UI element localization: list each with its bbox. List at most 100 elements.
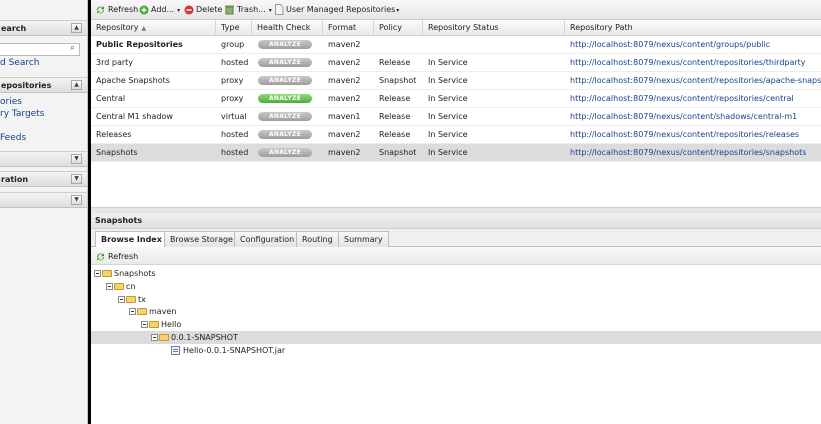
expand-down-icon[interactable]: ▼ xyxy=(71,195,82,205)
collapse-up-icon[interactable]: ▲ xyxy=(71,80,82,90)
cell-path[interactable]: http://localhost:8079/nexus/content/shad… xyxy=(565,108,821,126)
cell-path[interactable]: http://localhost:8079/nexus/content/repo… xyxy=(565,90,821,108)
column-header-policy[interactable]: Policy xyxy=(374,20,423,36)
sidebar-item-repositories[interactable]: ories xyxy=(0,97,22,107)
column-label: Format xyxy=(328,23,357,32)
analyze-button[interactable]: ANALYZE xyxy=(258,94,312,103)
collapse-toggle-icon[interactable] xyxy=(151,334,158,341)
user-managed-repositories-button[interactable]: User Managed Repositories▾ xyxy=(274,3,399,16)
table-row[interactable]: Public Repositories group maven2 http://loc… xyxy=(91,36,821,54)
column-header-repository[interactable]: Repository ▲ xyxy=(91,20,216,36)
column-header-type[interactable]: Type xyxy=(216,20,252,36)
trash-icon xyxy=(225,5,234,15)
trash-label: Trash... xyxy=(237,5,266,14)
tab-summary[interactable]: Summary xyxy=(338,231,389,247)
table-row[interactable]: 3rd party hosted maven2 Release In Service ht… xyxy=(91,54,821,72)
advanced-search-link[interactable]: d Search xyxy=(0,58,40,68)
table-row[interactable]: Apache Snapshots proxy maven2 Snapshot In Se… xyxy=(91,72,821,90)
cell-format: maven2 xyxy=(328,58,361,67)
tab-routing[interactable]: Routing xyxy=(296,231,339,247)
column-label: Policy xyxy=(379,23,403,32)
column-header-format[interactable]: Format xyxy=(323,20,374,36)
tree-folder-node[interactable]: 0.0.1-SNAPSHOT xyxy=(151,332,238,344)
tree-node-label: maven xyxy=(149,307,177,316)
sidebar-item-feeds[interactable]: Feeds xyxy=(0,133,26,143)
trash-button[interactable]: Trash... ▾ xyxy=(224,3,272,16)
cell-name: Central xyxy=(96,94,126,103)
table-row[interactable]: Central M1 shadow virtual maven1 Release In … xyxy=(91,108,821,126)
cell-type: hosted xyxy=(221,148,249,157)
table-row[interactable]: Releases hosted maven2 Release In Service htt… xyxy=(91,126,821,144)
column-label: Repository xyxy=(96,23,139,32)
cell-status xyxy=(423,36,565,54)
collapse-toggle-icon[interactable] xyxy=(94,270,101,277)
administration-header-label: ration xyxy=(1,175,29,184)
tree-folder-node[interactable]: maven xyxy=(129,306,176,318)
search-panel-header[interactable]: earch ▲ xyxy=(0,20,87,36)
cell-format: maven2 xyxy=(328,94,361,103)
cell-path[interactable]: http://localhost:8079/nexus/content/repo… xyxy=(565,144,821,162)
collapse-toggle-icon[interactable] xyxy=(141,321,148,328)
tree-folder-node[interactable]: tx xyxy=(118,294,146,306)
sort-ascending-icon: ▲ xyxy=(141,25,147,32)
tree-file-node[interactable]: Hello-0.0.1-SNAPSHOT.jar xyxy=(171,345,285,357)
cell-status: In Service xyxy=(428,76,468,85)
collapsed-panel-header[interactable]: ▼ xyxy=(0,192,87,208)
analyze-button[interactable]: ANALYZE xyxy=(258,40,312,49)
cell-name: Releases xyxy=(96,130,132,139)
analyze-button[interactable]: ANALYZE xyxy=(258,130,312,139)
expand-down-icon[interactable]: ▼ xyxy=(71,174,82,184)
panel-refresh-button[interactable]: Refresh xyxy=(95,250,138,263)
add-button[interactable]: Add... ▾ xyxy=(139,3,180,16)
cell-policy: Snapshot xyxy=(379,148,417,157)
collapse-toggle-icon[interactable] xyxy=(129,308,136,315)
cell-path[interactable]: http://localhost:8079/nexus/content/repo… xyxy=(565,72,821,90)
tab-configuration[interactable]: Configuration xyxy=(234,231,301,247)
sidebar-item-repository-targets[interactable]: ry Targets xyxy=(0,109,44,119)
grid-header: Repository ▲ Type Health Check Format Pol… xyxy=(91,20,821,36)
expand-down-icon[interactable]: ▼ xyxy=(71,154,82,164)
add-label: Add... xyxy=(151,5,175,14)
tab-browse-index[interactable]: Browse Index xyxy=(95,231,168,248)
table-row[interactable]: Snapshots hosted maven2 Snapshot In Service h… xyxy=(91,144,821,162)
analyze-button[interactable]: ANALYZE xyxy=(258,148,312,157)
table-row[interactable]: Central proxy maven2 Release In Service http:… xyxy=(91,90,821,108)
collapse-toggle-icon[interactable] xyxy=(106,283,113,290)
tab-browse-storage[interactable]: Browse Storage xyxy=(164,231,239,247)
analyze-button[interactable]: ANALYZE xyxy=(258,112,312,121)
delete-label: Delete xyxy=(196,5,223,14)
tree-folder-node[interactable]: cn xyxy=(106,281,135,293)
tree-folder-node[interactable]: Hello xyxy=(141,319,181,331)
panel-tabs: Browse Index Browse Storage Configuratio… xyxy=(91,229,821,248)
collapsed-panel-header[interactable]: ▼ xyxy=(0,151,87,167)
column-header-repository-path[interactable]: Repository Path xyxy=(565,20,821,36)
tree-folder-node[interactable]: Snapshots xyxy=(94,268,156,280)
left-sidebar: earch ▲ ⌕ d Search epositories ▲ ories r… xyxy=(0,0,88,424)
column-header-repository-status[interactable]: Repository Status xyxy=(423,20,565,36)
cell-type: virtual xyxy=(221,112,247,121)
folder-icon xyxy=(137,308,147,315)
cell-name: Public Repositories xyxy=(96,40,183,49)
delete-button[interactable]: Delete xyxy=(184,3,222,16)
cell-path[interactable]: http://localhost:8079/nexus/content/repo… xyxy=(565,126,821,144)
cell-format: maven2 xyxy=(328,76,361,85)
tree-node-label: Hello xyxy=(161,320,182,329)
analyze-button[interactable]: ANALYZE xyxy=(258,58,312,67)
cell-path[interactable]: http://localhost:8079/nexus/content/repo… xyxy=(565,54,821,72)
cell-policy: Snapshot xyxy=(379,76,417,85)
repositories-header-label: epositories xyxy=(1,81,52,90)
collapse-toggle-icon[interactable] xyxy=(118,296,125,303)
refresh-button[interactable]: Refresh xyxy=(95,3,138,16)
analyze-button[interactable]: ANALYZE xyxy=(258,76,312,85)
administration-panel-header[interactable]: ration ▼ xyxy=(0,171,87,187)
cell-policy xyxy=(374,36,423,54)
search-input[interactable] xyxy=(0,43,80,56)
cell-policy: Release xyxy=(379,130,411,139)
refresh-label: Refresh xyxy=(108,5,139,14)
collapse-up-icon[interactable]: ▲ xyxy=(71,23,82,33)
column-header-health-check[interactable]: Health Check xyxy=(252,20,323,36)
cell-path[interactable]: http://localhost:8079/nexus/content/grou… xyxy=(565,36,821,54)
repositories-panel-header[interactable]: epositories ▲ xyxy=(0,77,87,93)
magnifier-icon[interactable]: ⌕ xyxy=(70,43,80,55)
delete-icon xyxy=(184,5,194,14)
